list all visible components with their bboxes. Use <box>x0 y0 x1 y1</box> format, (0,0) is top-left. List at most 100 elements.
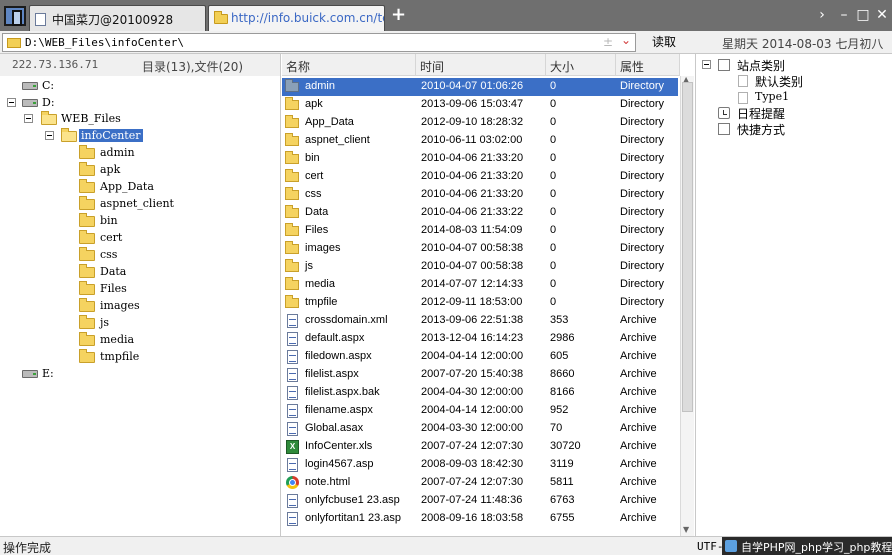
file-row[interactable]: crossdomain.xml 2013-09-06 22:51:38 353 Arc… <box>282 312 678 330</box>
plus-minus-icon[interactable]: ± <box>603 35 613 49</box>
new-tab-button[interactable]: + <box>391 5 406 25</box>
folder-icon <box>214 11 228 24</box>
column-header-name[interactable]: 名称 <box>282 54 416 76</box>
file-name: css <box>305 188 322 200</box>
file-row[interactable]: onlyfortitan1 23.asp 2008-09-16 18:03:58 6… <box>282 510 678 528</box>
tree-drive-e[interactable]: E: <box>0 366 200 383</box>
file-attr: Archive <box>620 386 657 398</box>
page-icon <box>35 13 46 26</box>
tree-folder-item[interactable]: cert <box>0 230 200 247</box>
file-row[interactable]: media 2014-07-07 12:14:33 0 Directory <box>282 276 678 294</box>
minimize-icon[interactable]: – <box>836 7 852 23</box>
file-row[interactable]: tmpfile 2012-09-11 18:53:00 0 Directory <box>282 294 678 312</box>
file-row[interactable]: X InfoCenter.xls 2007-07-24 12:07:30 30720 A… <box>282 438 678 456</box>
tab-buick-url[interactable]: http://info.buick.com.cn/test.... <box>208 5 385 31</box>
tree-label-selected: infoCenter <box>79 129 143 142</box>
collapse-icon[interactable] <box>702 60 711 69</box>
collapse-icon[interactable] <box>7 98 16 107</box>
path-input[interactable]: D:\WEB_Files\infoCenter\ ± ⌄ <box>2 33 636 52</box>
file-time: 2007-07-20 15:40:38 <box>421 368 524 380</box>
file-row[interactable]: note.html 2007-07-24 12:07:30 5811 Archive <box>282 474 678 492</box>
file-row[interactable]: filename.aspx 2004-04-14 12:00:00 952 Archi… <box>282 402 678 420</box>
tree-folder-web-files[interactable]: WEB_Files <box>0 111 200 128</box>
tree-folder-item[interactable]: admin <box>0 145 200 162</box>
file-row[interactable]: css 2010-04-06 21:33:20 0 Directory <box>282 186 678 204</box>
tree-folder-item[interactable]: App_Data <box>0 179 200 196</box>
tree-folder-item[interactable]: Data <box>0 264 200 281</box>
chevron-down-icon[interactable]: ⌄ <box>621 33 631 47</box>
file-size: 3119 <box>550 458 574 470</box>
tree-label: 默认类别 <box>755 75 804 89</box>
file-row[interactable]: default.aspx 2013-12-04 16:14:23 2986 Archi… <box>282 330 678 348</box>
tree-drive-d[interactable]: D: <box>0 95 200 112</box>
file-row[interactable]: bin 2010-04-06 21:33:20 0 Directory <box>282 150 678 168</box>
tree-folder-item[interactable]: apk <box>0 162 200 179</box>
file-row[interactable]: App_Data 2012-09-10 18:28:32 0 Directory <box>282 114 678 132</box>
folder-icon <box>79 298 95 312</box>
column-header-time[interactable]: 时间 <box>416 54 546 76</box>
site-category-node[interactable]: 站点类别 <box>696 57 886 73</box>
page-icon <box>738 92 748 104</box>
file-row[interactable]: Global.asax 2004-03-30 12:00:00 70 Archive <box>282 420 678 438</box>
file-row[interactable]: filedown.aspx 2004-04-14 12:00:00 605 Archi… <box>282 348 678 366</box>
file-size: 0 <box>550 188 557 200</box>
file-attr: Archive <box>620 368 657 380</box>
file-size: 6755 <box>550 512 575 524</box>
shortcut-node[interactable]: 快捷方式 <box>696 121 886 137</box>
server-ip: 222.73.136.71 <box>12 58 99 71</box>
column-header-size[interactable]: 大小 <box>546 54 616 76</box>
column-header-attr[interactable]: 属性 <box>616 54 680 76</box>
shortcut-icon <box>718 123 730 135</box>
file-row[interactable]: login4567.asp 2008-09-03 18:42:30 3119 Arch… <box>282 456 678 474</box>
schedule-node[interactable]: 日程提醒 <box>696 105 886 121</box>
tree-drive-c[interactable]: C: <box>0 78 200 95</box>
file-size: 0 <box>550 134 557 146</box>
folder-open-icon <box>41 111 57 125</box>
default-category-node[interactable]: 默认类别 <box>696 73 886 89</box>
folder-icon <box>285 259 299 272</box>
folder-icon <box>285 277 299 290</box>
folder-icon <box>79 349 95 363</box>
file-row[interactable]: cert 2010-04-06 21:33:20 0 Directory <box>282 168 678 186</box>
tree-label: Type1 <box>755 90 790 103</box>
file-row[interactable]: onlyfcbuse1 23.asp 2007-07-24 11:48:36 676… <box>282 492 678 510</box>
folder-icon <box>285 169 299 182</box>
file-row[interactable]: aspnet_client 2010-06-11 03:02:00 0 Directo… <box>282 132 678 150</box>
tree-folder-item[interactable]: aspnet_client <box>0 196 200 213</box>
type1-node[interactable]: Type1 <box>696 90 886 106</box>
tree-folder-item[interactable]: bin <box>0 213 200 230</box>
tree-folder-item[interactable]: js <box>0 315 200 332</box>
tab-china-chopper[interactable]: 中国菜刀@20100928 <box>29 5 206 31</box>
collapse-icon[interactable] <box>45 131 54 140</box>
file-row[interactable]: filelist.aspx.bak 2004-04-30 12:00:00 8166… <box>282 384 678 402</box>
tree-folder-item[interactable]: tmpfile <box>0 349 200 366</box>
file-name: aspnet_client <box>305 134 370 146</box>
tree-folder-item[interactable]: images <box>0 298 200 315</box>
file-row[interactable]: Data 2010-04-06 21:33:22 0 Directory <box>282 204 678 222</box>
scroll-down-icon[interactable]: ▼ <box>683 525 689 534</box>
file-row[interactable]: js 2010-04-07 00:58:38 0 Directory <box>282 258 678 276</box>
collapse-icon[interactable] <box>24 114 33 123</box>
drive-icon <box>22 370 38 378</box>
scrollbar-thumb[interactable] <box>682 82 693 412</box>
file-list-scrollbar[interactable]: ▲ ▼ <box>680 75 694 536</box>
file-row[interactable]: Files 2014-08-03 11:54:09 0 Directory <box>282 222 678 240</box>
tree-folder-item[interactable]: media <box>0 332 200 349</box>
maximize-icon[interactable]: □ <box>855 7 871 23</box>
chevron-right-icon[interactable]: › <box>814 7 830 23</box>
file-row[interactable]: images 2010-04-07 00:58:38 0 Directory <box>282 240 678 258</box>
file-size: 8660 <box>550 368 575 380</box>
file-row[interactable]: admin 2010-04-07 01:06:26 0 Directory <box>282 78 678 96</box>
file-row[interactable]: filelist.aspx 2007-07-20 15:40:38 8660 Arch… <box>282 366 678 384</box>
read-button[interactable]: 读取 <box>640 33 688 52</box>
date-display: 星期天 2014-08-03 七月初八 <box>722 37 884 51</box>
folder-icon <box>7 38 21 48</box>
tree-folder-item[interactable]: Files <box>0 281 200 298</box>
tree-label: C: <box>42 79 55 92</box>
tree-folder-item[interactable]: css <box>0 247 200 264</box>
app-logo-icon[interactable] <box>4 6 26 26</box>
file-time: 2007-07-24 11:48:36 <box>421 494 523 506</box>
tree-folder-infocenter[interactable]: infoCenter <box>0 128 200 145</box>
close-icon[interactable]: ✕ <box>874 7 890 23</box>
file-row[interactable]: apk 2013-09-06 15:03:47 0 Directory <box>282 96 678 114</box>
